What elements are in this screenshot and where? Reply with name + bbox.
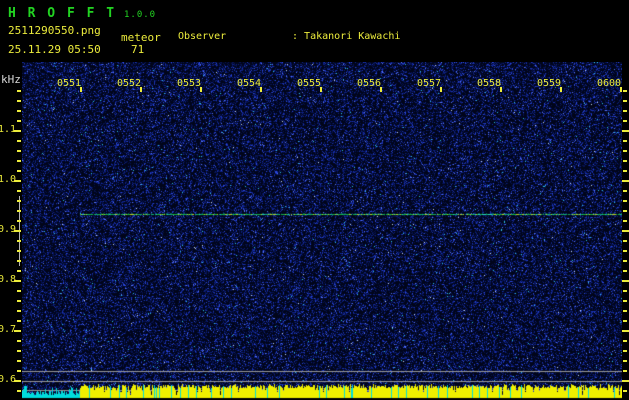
time-label-0559: 0559 — [536, 78, 562, 89]
freq-tick-right — [622, 180, 629, 182]
freq-tick-left — [17, 250, 21, 252]
freq-tick-right — [622, 280, 629, 282]
freq-tick-left — [17, 90, 21, 92]
freq-tick-left — [17, 110, 21, 112]
freq-label-1.1: 1.1 — [0, 124, 17, 135]
freq-tick-left — [17, 300, 21, 302]
freq-tick-right — [623, 260, 627, 262]
time-label-0553: 0553 — [176, 78, 202, 89]
freq-tick-left — [14, 280, 21, 282]
time-label-0558: 0558 — [476, 78, 502, 89]
freq-tick-left — [17, 270, 21, 272]
freq-tick-right — [623, 170, 627, 172]
time-label-0600: 0600 — [596, 78, 622, 89]
time-label-0555: 0555 — [296, 78, 322, 89]
freq-tick-right — [623, 340, 627, 342]
freq-tick-right — [623, 360, 627, 362]
freq-tick-right — [623, 300, 627, 302]
freq-tick-left — [17, 150, 21, 152]
freq-tick-right — [623, 100, 627, 102]
freq-label-0.6: 0.6 — [0, 374, 17, 385]
freq-tick-left — [17, 160, 21, 162]
spectrogram-canvas — [22, 62, 622, 400]
freq-tick-left — [14, 230, 21, 232]
freq-axis-unit: kHz — [1, 73, 21, 86]
freq-tick-left — [17, 220, 21, 222]
filename: 2511290550.png — [8, 24, 101, 37]
freq-tick-left — [17, 360, 21, 362]
app-version: 1.0.0 — [124, 10, 157, 20]
time-tick — [380, 87, 382, 92]
freq-tick-left — [17, 210, 21, 212]
freq-tick-right — [623, 310, 627, 312]
freq-label-0.9: 0.9 — [0, 224, 17, 235]
freq-tick-left — [14, 380, 21, 382]
freq-tick-left — [17, 200, 21, 202]
time-label-0552: 0552 — [116, 78, 142, 89]
freq-tick-right — [623, 240, 627, 242]
freq-tick-right — [623, 210, 627, 212]
freq-label-0.7: 0.7 — [0, 324, 17, 335]
time-tick — [80, 87, 82, 92]
freq-tick-left — [14, 330, 21, 332]
freq-tick-right — [623, 150, 627, 152]
freq-tick-right — [623, 220, 627, 222]
freq-label-1.0: 1.0 — [0, 174, 17, 185]
freq-tick-right — [622, 130, 629, 132]
freq-tick-right — [623, 190, 627, 192]
freq-tick-left — [17, 290, 21, 292]
freq-tick-right — [623, 370, 627, 372]
info-row-observer: Observer: Takanori Kawachi — [178, 31, 401, 42]
freq-tick-right — [622, 330, 629, 332]
freq-tick-left — [17, 350, 21, 352]
freq-tick-left — [17, 190, 21, 192]
freq-tick-left — [17, 140, 21, 142]
freq-tick-left — [17, 260, 21, 262]
freq-tick-right — [623, 390, 627, 392]
datetime: 25.11.29 05:50 — [8, 43, 101, 56]
freq-tick-right — [623, 350, 627, 352]
app-title: H R O F F T — [8, 6, 117, 21]
time-tick — [440, 87, 442, 92]
time-tick — [140, 87, 142, 92]
freq-tick-right — [622, 380, 629, 382]
freq-tick-right — [623, 140, 627, 142]
freq-tick-right — [623, 270, 627, 272]
freq-label-0.8: 0.8 — [0, 274, 17, 285]
freq-tick-right — [623, 320, 627, 322]
hrofft-window: H R O F F T 1.0.0 2511290550.png meteor … — [0, 0, 629, 400]
freq-tick-left — [17, 370, 21, 372]
freq-tick-left — [17, 120, 21, 122]
freq-tick-left — [17, 240, 21, 242]
freq-tick-left — [17, 310, 21, 312]
freq-tick-left — [17, 390, 21, 392]
freq-tick-right — [623, 200, 627, 202]
freq-tick-right — [623, 120, 627, 122]
freq-tick-right — [623, 160, 627, 162]
freq-tick-right — [623, 290, 627, 292]
freq-tick-right — [623, 90, 627, 92]
time-tick — [500, 87, 502, 92]
time-tick — [200, 87, 202, 92]
freq-tick-left — [14, 180, 21, 182]
time-tick — [560, 87, 562, 92]
time-tick — [320, 87, 322, 92]
freq-tick-left — [17, 340, 21, 342]
freq-tick-left — [17, 100, 21, 102]
time-tick — [260, 87, 262, 92]
freq-tick-left — [17, 320, 21, 322]
time-label-0557: 0557 — [416, 78, 442, 89]
echo-count: 71 — [131, 43, 145, 56]
freq-tick-right — [623, 110, 627, 112]
freq-tick-left — [17, 170, 21, 172]
freq-tick-right — [622, 230, 629, 232]
time-label-0554: 0554 — [236, 78, 262, 89]
freq-tick-right — [623, 250, 627, 252]
time-tick — [620, 87, 622, 92]
freq-tick-left — [14, 130, 21, 132]
time-label-0556: 0556 — [356, 78, 382, 89]
time-label-0551: 0551 — [56, 78, 82, 89]
